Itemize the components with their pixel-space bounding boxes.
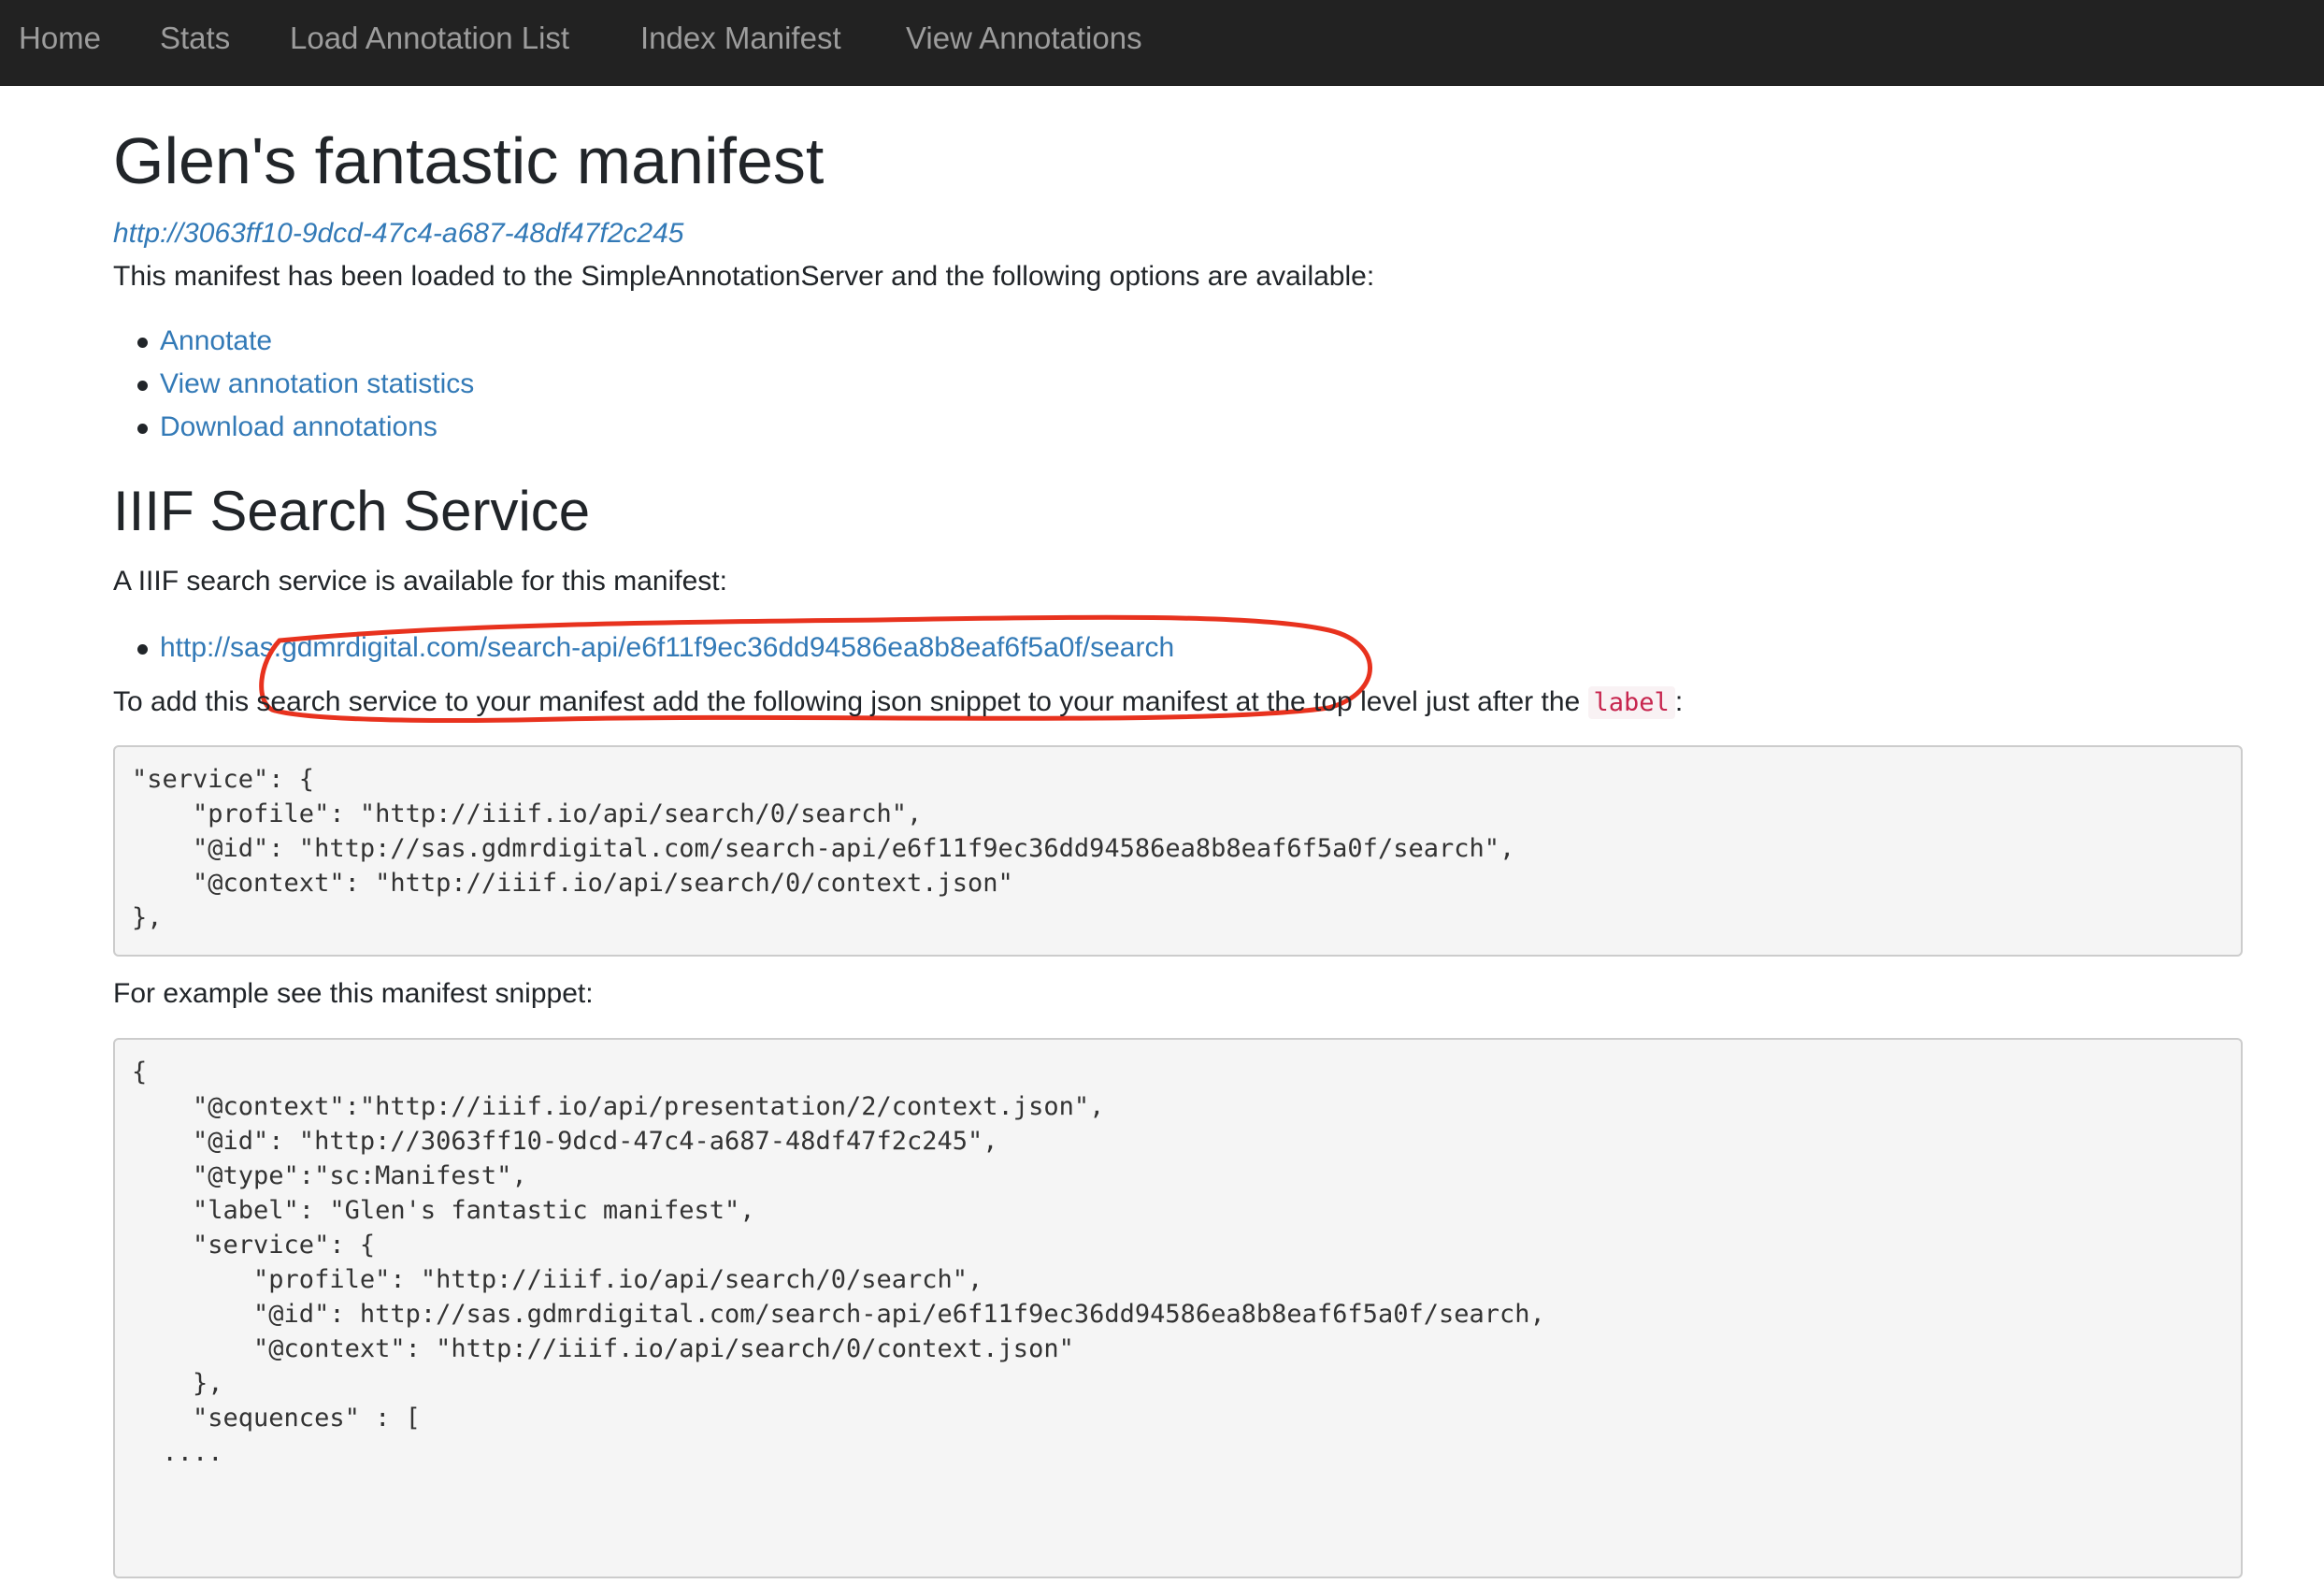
- add-text-before: To add this search service to your manif…: [113, 686, 1588, 717]
- list-item: Annotate: [136, 320, 474, 363]
- list-item: Download annotations: [136, 406, 474, 449]
- options-list: Annotate View annotation statistics Down…: [136, 320, 474, 449]
- annotate-link[interactable]: Annotate: [160, 325, 272, 356]
- service-json-snippet: "service": { "profile": "http://iiif.io/…: [113, 745, 2243, 957]
- add-service-instructions: To add this search service to your manif…: [113, 686, 1684, 719]
- search-available-text: A IIIF search service is available for t…: [113, 566, 727, 597]
- download-annotations-link[interactable]: Download annotations: [160, 411, 438, 442]
- search-service-link[interactable]: http://sas.gdmrdigital.com/search-api/e6…: [160, 632, 1174, 663]
- top-navbar: Home Stats Load Annotation List Index Ma…: [0, 0, 2324, 86]
- search-service-list: http://sas.gdmrdigital.com/search-api/e6…: [136, 626, 1174, 670]
- nav-view-annotations[interactable]: View Annotations: [906, 21, 1142, 56]
- list-item: http://sas.gdmrdigital.com/search-api/e6…: [136, 626, 1174, 670]
- nav-load-annotation-list[interactable]: Load Annotation List: [290, 21, 569, 56]
- page-title: Glen's fantastic manifest: [113, 124, 825, 197]
- label-code: label: [1587, 686, 1675, 719]
- search-service-heading: IIIF Search Service: [113, 480, 591, 542]
- nav-index-manifest[interactable]: Index Manifest: [640, 21, 841, 56]
- list-item: View annotation statistics: [136, 363, 474, 406]
- nav-stats[interactable]: Stats: [160, 21, 230, 56]
- nav-home[interactable]: Home: [19, 21, 101, 56]
- manifest-id-link[interactable]: http://3063ff10-9dcd-47c4-a687-48df47f2c…: [113, 218, 683, 250]
- example-text: For example see this manifest snippet:: [113, 978, 594, 1009]
- intro-text: This manifest has been loaded to the Sim…: [113, 261, 1375, 292]
- view-statistics-link[interactable]: View annotation statistics: [160, 368, 474, 399]
- add-text-after: :: [1674, 686, 1684, 717]
- manifest-example-snippet: { "@context":"http://iiif.io/api/present…: [113, 1038, 2243, 1578]
